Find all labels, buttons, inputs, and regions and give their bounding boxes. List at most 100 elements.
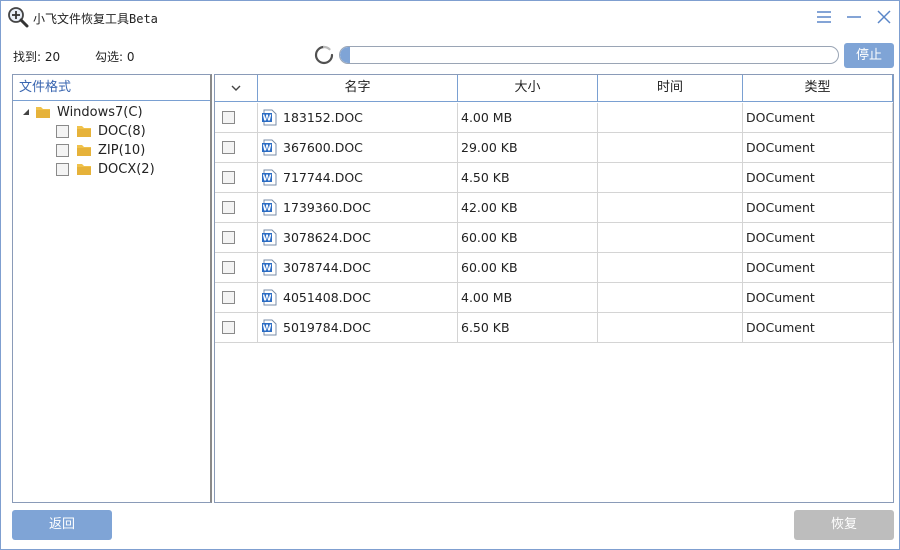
svg-text:W: W bbox=[263, 294, 272, 303]
tree-item-zip[interactable]: ZIP(10) bbox=[56, 141, 145, 159]
scan-progress-fill bbox=[340, 47, 350, 63]
file-time-cell bbox=[598, 283, 743, 313]
row-checkbox-cell bbox=[215, 103, 258, 133]
table-row[interactable]: W 3078624.DOC 60.00 KB DOCument bbox=[215, 223, 893, 253]
table-row[interactable]: W 183152.DOC 4.00 MB DOCument bbox=[215, 103, 893, 133]
file-time-cell bbox=[598, 253, 743, 283]
minimize-button[interactable] bbox=[844, 7, 864, 27]
row-checkbox[interactable] bbox=[222, 291, 235, 304]
word-doc-icon: W bbox=[262, 229, 277, 246]
file-time-cell bbox=[598, 193, 743, 223]
tree-item-label: ZIP(10) bbox=[98, 142, 146, 158]
row-checkbox[interactable] bbox=[222, 171, 235, 184]
column-header-time[interactable]: 时间 bbox=[598, 75, 743, 101]
app-window: 小飞文件恢复工具Beta 找到: 20 勾选: 0 停止 文件格式 Window… bbox=[0, 0, 900, 550]
folder-icon bbox=[36, 107, 50, 118]
file-name-cell: W 3078744.DOC bbox=[258, 253, 458, 283]
row-checkbox[interactable] bbox=[222, 321, 235, 334]
column-header-type[interactable]: 类型 bbox=[743, 75, 893, 101]
hamburger-icon bbox=[817, 11, 831, 23]
tree-item-docx[interactable]: DOCX(2) bbox=[56, 160, 155, 178]
found-value: 20 bbox=[44, 50, 61, 64]
file-name-cell: W 3078624.DOC bbox=[258, 223, 458, 253]
row-checkbox[interactable] bbox=[222, 141, 235, 154]
column-header-size[interactable]: 大小 bbox=[458, 75, 598, 101]
checked-label: 勾选: bbox=[95, 50, 124, 64]
row-checkbox[interactable] bbox=[222, 261, 235, 274]
file-time-cell bbox=[598, 313, 743, 343]
chevron-down-icon bbox=[231, 85, 241, 91]
back-button[interactable]: 返回 bbox=[12, 510, 112, 540]
tree-item-checkbox[interactable] bbox=[56, 143, 69, 157]
file-size-cell: 60.00 KB bbox=[458, 253, 598, 283]
recover-button[interactable]: 恢复 bbox=[794, 510, 894, 540]
title-bar: 小飞文件恢复工具Beta bbox=[1, 1, 899, 33]
file-name: 4051408.DOC bbox=[283, 290, 371, 305]
file-name: 183152.DOC bbox=[283, 110, 363, 125]
tree-item-label: DOCX(2) bbox=[98, 161, 155, 177]
file-name: 1739360.DOC bbox=[283, 200, 371, 215]
table-row[interactable]: W 367600.DOC 29.00 KB DOCument bbox=[215, 133, 893, 163]
file-list-header: 名字 大小 时间 类型 bbox=[215, 75, 893, 102]
folder-icon bbox=[77, 145, 91, 156]
file-name-cell: W 4051408.DOC bbox=[258, 283, 458, 313]
file-size-cell: 42.00 KB bbox=[458, 193, 598, 223]
menu-button[interactable] bbox=[814, 7, 834, 27]
row-checkbox[interactable] bbox=[222, 201, 235, 214]
table-row[interactable]: W 1739360.DOC 42.00 KB DOCument bbox=[215, 193, 893, 223]
select-all-dropdown[interactable] bbox=[215, 75, 258, 101]
file-size-cell: 29.00 KB bbox=[458, 133, 598, 163]
row-checkbox-cell bbox=[215, 313, 258, 343]
file-time-cell bbox=[598, 103, 743, 133]
file-name: 3078624.DOC bbox=[283, 230, 371, 245]
file-type-cell: DOCument bbox=[743, 163, 893, 193]
row-checkbox[interactable] bbox=[222, 111, 235, 124]
file-size-cell: 6.50 KB bbox=[458, 313, 598, 343]
svg-text:W: W bbox=[263, 174, 272, 183]
scan-progress-bar bbox=[339, 46, 839, 64]
svg-text:W: W bbox=[263, 144, 272, 153]
file-size-cell: 60.00 KB bbox=[458, 223, 598, 253]
file-name: 367600.DOC bbox=[283, 140, 363, 155]
word-doc-icon: W bbox=[262, 169, 277, 186]
table-row[interactable]: W 4051408.DOC 4.00 MB DOCument bbox=[215, 283, 893, 313]
row-checkbox-cell bbox=[215, 253, 258, 283]
tree-root-label: Windows7(C) bbox=[57, 104, 143, 120]
tree-item-label: DOC(8) bbox=[98, 123, 146, 139]
word-doc-icon: W bbox=[262, 109, 277, 126]
loading-spinner-icon bbox=[314, 45, 334, 65]
file-type-cell: DOCument bbox=[743, 253, 893, 283]
svg-text:W: W bbox=[263, 324, 272, 333]
table-row[interactable]: W 5019784.DOC 6.50 KB DOCument bbox=[215, 313, 893, 343]
tree-item-doc[interactable]: DOC(8) bbox=[56, 122, 146, 140]
row-checkbox-cell bbox=[215, 193, 258, 223]
file-type-cell: DOCument bbox=[743, 103, 893, 133]
expand-triangle-icon[interactable] bbox=[21, 107, 31, 117]
close-button[interactable] bbox=[874, 7, 894, 27]
file-size-cell: 4.00 MB bbox=[458, 283, 598, 313]
table-row[interactable]: W 717744.DOC 4.50 KB DOCument bbox=[215, 163, 893, 193]
checked-value: 0 bbox=[126, 50, 135, 64]
checked-count: 勾选: 0 bbox=[95, 48, 135, 65]
row-checkbox-cell bbox=[215, 283, 258, 313]
row-checkbox-cell bbox=[215, 223, 258, 253]
table-row[interactable]: W 3078744.DOC 60.00 KB DOCument bbox=[215, 253, 893, 283]
file-name-cell: W 5019784.DOC bbox=[258, 313, 458, 343]
tree-item-checkbox[interactable] bbox=[56, 124, 69, 138]
word-doc-icon: W bbox=[262, 289, 277, 306]
tree-item-checkbox[interactable] bbox=[56, 162, 69, 176]
column-header-name[interactable]: 名字 bbox=[258, 75, 458, 101]
tree-header: 文件格式 bbox=[13, 75, 210, 101]
row-checkbox-cell bbox=[215, 133, 258, 163]
stop-button[interactable]: 停止 bbox=[844, 43, 894, 68]
file-name-cell: W 367600.DOC bbox=[258, 133, 458, 163]
tree-root-drive[interactable]: Windows7(C) bbox=[21, 103, 143, 121]
folder-icon bbox=[77, 164, 91, 175]
file-list-panel: 名字 大小 时间 类型 W 183152.DOC 4.00 MB DOCument W 3… bbox=[214, 74, 894, 503]
magnifier-plus-icon bbox=[8, 7, 29, 28]
word-doc-icon: W bbox=[262, 199, 277, 216]
word-doc-icon: W bbox=[262, 319, 277, 336]
file-type-cell: DOCument bbox=[743, 223, 893, 253]
row-checkbox[interactable] bbox=[222, 231, 235, 244]
format-tree-panel: 文件格式 Windows7(C) DOC(8) ZIP(10) DOCX(2) bbox=[12, 74, 212, 503]
